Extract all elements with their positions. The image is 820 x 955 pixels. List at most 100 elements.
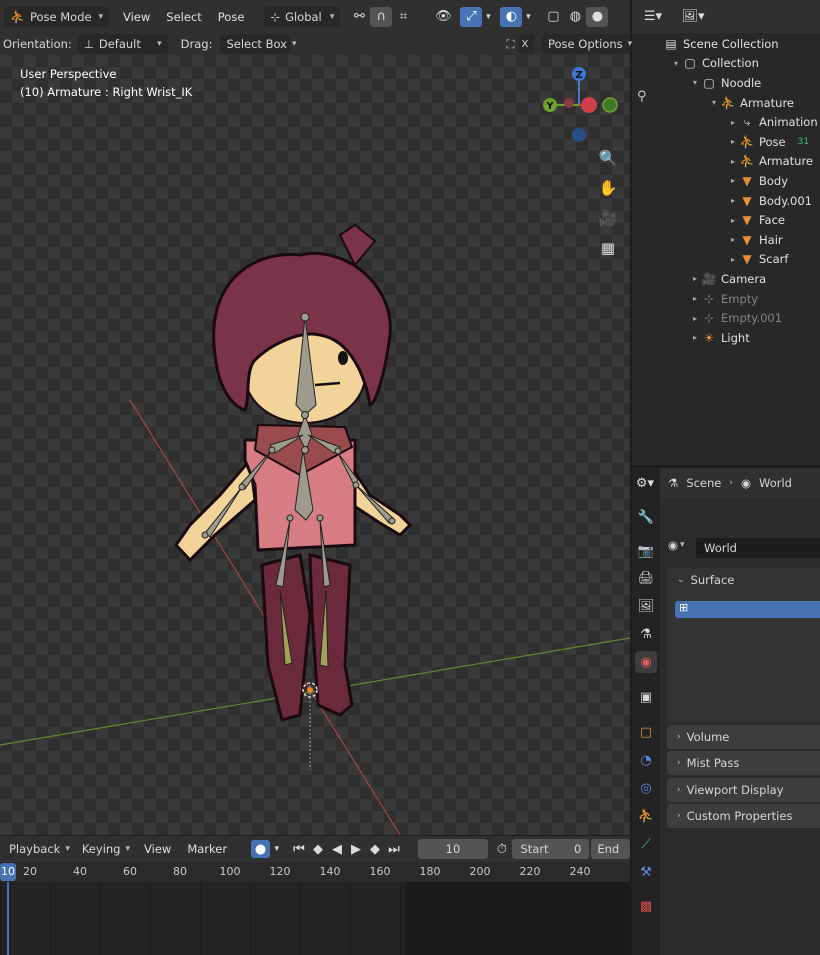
current-frame-indicator[interactable]: 10 [0,863,16,881]
outliner-item[interactable]: ▾ ▢ Noodle [632,73,820,93]
object-tab-icon[interactable]: ▢ [635,721,657,743]
display-mode-icon[interactable]: 🖼▾ [678,6,708,26]
mist-panel-header[interactable]: › Mist Pass [667,751,820,775]
expand-right-icon[interactable]: ▸ [690,333,700,342]
wireframe-shading-icon[interactable]: ◍ [564,7,586,27]
expand-right-icon[interactable]: ▸ [728,137,738,146]
snap-icon[interactable]: ∩ [370,6,393,27]
outliner[interactable]: ⚲ ▤ Scene Collection ▾ ▢ Collection ▾ ▢ Noodle ▾… [632,33,820,465]
jump-start-icon[interactable]: ⏮ [289,839,308,859]
hand-icon[interactable]: ✋ [595,175,621,201]
timeline-body[interactable] [0,882,630,955]
expand-right-icon[interactable]: ▸ [728,196,738,205]
menu-view[interactable]: View [115,10,158,24]
outliner-item[interactable]: ▸ ⛹ Pose 31 [632,132,820,152]
outliner-item[interactable]: ▸ ▼ Scarf [632,250,820,270]
outliner-item[interactable]: ▸ ▼ Face [632,210,820,230]
outliner-item[interactable]: ▸ ⛹ Armature [632,152,820,172]
expand-right-icon[interactable]: ▸ [728,118,738,127]
prev-keyframe-icon[interactable]: ◆ [308,839,327,859]
timeline-ruler[interactable]: 10 20 40 60 80 100 120 140 160 180 200 2… [0,862,630,882]
scene-tab-icon[interactable]: ⚗ [635,623,657,645]
grid-icon[interactable]: ▦ [595,235,621,261]
outliner-item[interactable]: ▸ ☀ Light [632,328,820,348]
outliner-item[interactable]: ▸ ⊹ Empty [632,289,820,309]
gizmo-icon[interactable]: ⤢ [460,6,483,27]
next-keyframe-icon[interactable]: ◆ [365,839,384,859]
drag-dropdown[interactable]: Select Box ▾ [220,34,297,54]
expand-down-icon[interactable]: ▾ [690,78,700,87]
viewport-display-panel-header[interactable]: › Viewport Display [667,778,820,802]
expand-right-icon[interactable]: ▸ [690,274,700,283]
outliner-item[interactable]: ▸ ⤷ Animation [632,112,820,132]
outliner-item[interactable]: ▾ ▢ Collection [632,54,820,74]
view-layer-tab-icon[interactable]: 🖼 [635,595,657,617]
visibility-icon[interactable]: 👁 [432,7,454,27]
expand-down-icon[interactable]: ▾ [671,59,681,68]
jump-end-icon[interactable]: ⏭ [384,839,403,859]
outliner-item[interactable]: ▸ ⊹ Empty.001 [632,308,820,328]
timeline-menu-marker[interactable]: Marker [179,842,235,856]
play-icon[interactable]: ▶ [346,839,365,859]
overlays-icon[interactable]: ◐ [500,6,523,27]
orientation-dropdown[interactable]: ⊥ Default ▾ [77,34,168,54]
outliner-item[interactable]: ▤ Scene Collection [632,34,820,54]
world-tab-icon[interactable]: ◉ [635,651,657,673]
playback-menu[interactable]: Playback ▾ [3,839,76,859]
end-frame-field[interactable]: End [591,839,631,859]
mode-dropdown[interactable]: ⛹ Pose Mode ▾ [4,6,109,27]
editor-type-icon[interactable]: ☰▾ [638,6,668,26]
timeline-menu-view[interactable]: View [136,842,179,856]
keying-menu[interactable]: Keying ▾ [76,839,136,859]
render-tab-icon[interactable]: 📷 [635,540,657,562]
xray-icon[interactable]: ▢ [542,7,564,27]
chevron-down-icon[interactable]: ▾ [482,7,494,27]
expand-right-icon[interactable]: ▸ [690,294,700,303]
outliner-item[interactable]: ▸ 🎥 Camera [632,269,820,289]
texture-tab-icon[interactable]: ▩ [635,895,657,917]
outliner-item[interactable]: ▸ ▼ Body [632,171,820,191]
tool-tab-icon[interactable]: 🔧 [635,506,657,528]
expand-right-icon[interactable]: ▸ [728,216,738,225]
custom-properties-panel-header[interactable]: › Custom Properties [667,804,820,828]
surface-node-button[interactable]: ⊞ [675,601,820,618]
expand-down-icon[interactable]: ▾ [709,98,719,107]
camera-view-icon[interactable]: 🎥 [595,205,621,231]
output-tab-icon[interactable]: 🖨 [635,567,657,589]
zoom-icon[interactable]: 🔍 [595,145,621,171]
menu-pose[interactable]: Pose [210,10,253,24]
expand-right-icon[interactable]: ▸ [728,157,738,166]
chevron-down-icon[interactable]: ▾ [522,7,534,27]
snap-target-icon[interactable]: ⌗ [392,7,414,27]
auto-keying-icon[interactable]: ● [251,840,271,858]
editor-type-icon[interactable]: ⚙▾ [632,473,658,493]
armature-data-tab-icon[interactable]: ⛹ [635,805,657,827]
pivot-point-icon[interactable]: ⚯ [348,7,370,27]
play-reverse-icon[interactable]: ◀ [327,839,346,859]
volume-panel-header[interactable]: › Volume [667,725,820,749]
modifier-tab-icon[interactable]: ◔ [635,749,657,771]
3d-viewport[interactable]: User Perspective (10) Armature : Right W… [0,55,630,835]
world-selector[interactable]: ◉ ▾ [668,538,685,552]
expand-right-icon[interactable]: ▸ [728,255,738,264]
bone-constraint-tab-icon[interactable]: ⚒ [635,861,657,883]
outliner-item[interactable]: ▸ ▼ Hair [632,230,820,250]
outliner-item[interactable]: ▸ ▼ Body.001 [632,191,820,211]
physics-tab-icon[interactable]: ◎ [635,777,657,799]
pose-options-dropdown[interactable]: Pose Options ▾ [542,34,632,54]
solid-shading-icon[interactable]: ● [586,6,609,27]
expand-right-icon[interactable]: ▸ [728,235,738,244]
navigation-gizmo[interactable]: Z Y [538,63,618,145]
stopwatch-icon[interactable]: ⏱ [492,839,513,859]
x-mirror-toggle[interactable]: X [518,34,534,54]
world-name-field[interactable]: World [696,538,820,558]
expand-right-icon[interactable]: ▸ [728,176,738,185]
current-frame-field[interactable]: 10 [418,839,488,859]
start-frame-field[interactable]: Start 0 [512,839,590,859]
menu-select[interactable]: Select [158,10,209,24]
surface-panel-header[interactable]: ⌄ Surface [667,568,820,592]
chevron-down-icon[interactable]: ▾ [270,839,283,859]
collection-tab-icon[interactable]: ▣ [635,686,657,708]
bone-tab-icon[interactable]: ⟋ [635,833,657,855]
transform-orientation-dropdown[interactable]: ⊹ Global ▾ [264,6,341,27]
